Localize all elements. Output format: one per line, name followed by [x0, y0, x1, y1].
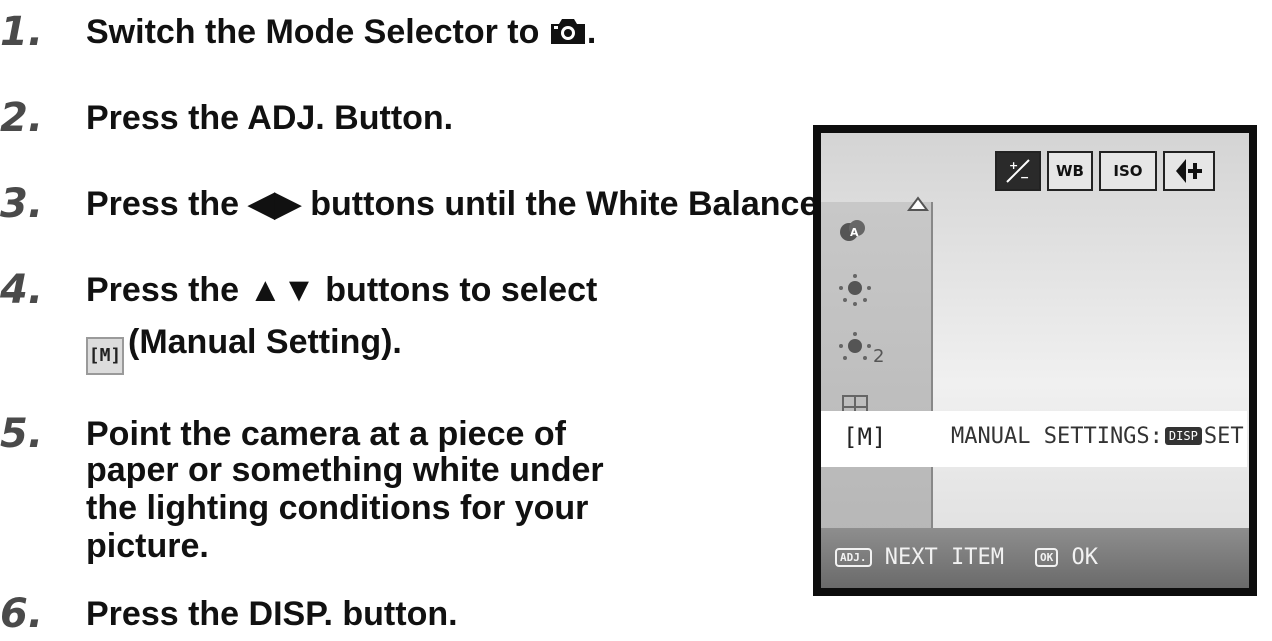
camera-icon [550, 19, 585, 44]
next-item-hint: ADJ. NEXT ITEM [835, 545, 1004, 570]
step-text: Switch the Mode Selector to . [86, 12, 596, 52]
step-text: Press the DISP. button. [86, 595, 458, 633]
step-number: 1. [0, 9, 44, 55]
scroll-up-icon [907, 196, 929, 211]
manual-wb-label: [M] [843, 423, 887, 451]
step-text-cont: (Manual Setting). [128, 323, 402, 361]
svg-text:A: A [850, 226, 859, 239]
ok-hint: OK OK [1035, 545, 1098, 570]
lcd-top-menu: + − WB ISO [995, 151, 1215, 191]
exposure-comp-icon: + − [995, 151, 1041, 191]
ok-badge: OK [1035, 548, 1059, 567]
manual-settings-suffix: SET [1203, 424, 1244, 449]
disp-badge: DISP [1164, 427, 1202, 445]
svg-text:2: 2 [873, 346, 884, 366]
manual-wb-icon: [M] [86, 337, 124, 375]
flash-icon [1163, 151, 1215, 191]
step-number: 2. [0, 95, 44, 141]
lcd-bottom-bar: ADJ. NEXT ITEM OK OK [821, 528, 1249, 588]
step-number: 5. [0, 411, 44, 457]
manual-settings-text: MANUAL SETTINGS: DISP SET [951, 424, 1244, 449]
step-number: 4. [0, 267, 44, 313]
camera-lcd-screenshot: + − WB ISO A 2 [M] MANUAL SETTINGS: DISP SE… [813, 125, 1257, 596]
step-text-line2: [M] (Manual Setting). [86, 322, 402, 375]
step-text: Press the ▲▼ buttons to select [86, 271, 598, 309]
wb-icon: WB [1047, 151, 1093, 191]
daylight-icon [839, 274, 871, 306]
step-text-suffix: . [586, 13, 597, 51]
lcd-screen: + − WB ISO A 2 [M] MANUAL SETTINGS: DISP SE… [821, 133, 1249, 588]
adj-badge: ADJ. [835, 548, 872, 567]
step-number: 3. [0, 181, 44, 227]
step-number: 6. [0, 591, 44, 637]
next-item-text: NEXT ITEM [884, 545, 1004, 570]
auto-wb-icon: A [840, 220, 865, 241]
step-text-line: Point the camera at a piece of [86, 415, 566, 453]
svg-text:−: − [1020, 171, 1029, 184]
step-text-main: Switch the Mode Selector to [86, 13, 549, 51]
ok-text: OK [1071, 545, 1099, 570]
fluorescent-1-icon: 2 [839, 332, 884, 366]
step-text-line: the lighting conditions for your [86, 489, 589, 527]
lcd-selected-manual-row: [M] MANUAL SETTINGS: DISP SET [821, 411, 1247, 467]
manual-settings-prefix: MANUAL SETTINGS: [951, 424, 1163, 449]
svg-text:+: + [1009, 159, 1018, 172]
step-text-line: picture. [86, 527, 209, 565]
iso-icon: ISO [1099, 151, 1157, 191]
step-text: Press the ADJ. Button. [86, 99, 454, 137]
step-text-line: paper or something white under [86, 451, 604, 489]
